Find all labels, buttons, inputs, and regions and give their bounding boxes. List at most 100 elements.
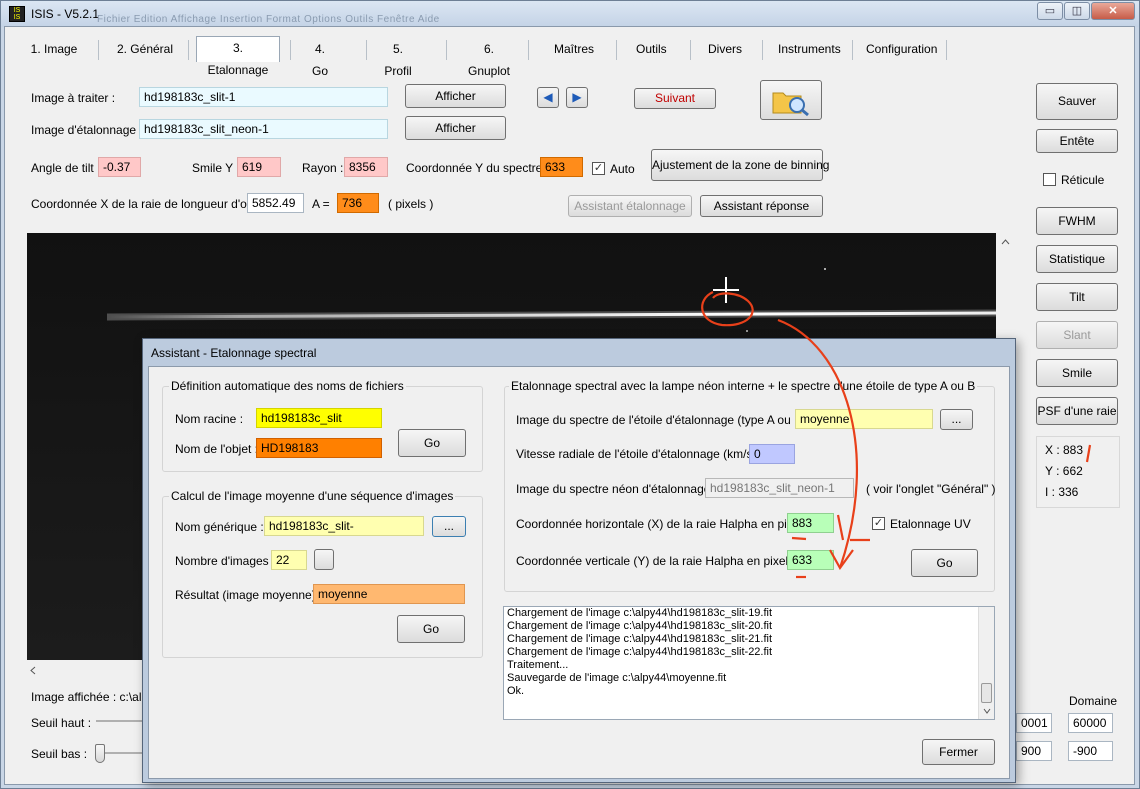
suivant-button[interactable]: Suivant: [634, 88, 716, 109]
auto-label: Auto: [610, 162, 635, 176]
domaine-high-field[interactable]: 60000: [1068, 713, 1113, 733]
etalonnage-uv-label: Etalonnage UV: [890, 517, 971, 531]
coord-verticale-label: Coordonnée verticale (Y) de la raie Halp…: [516, 554, 801, 568]
menu-bar-ghost: Fichier Edition Affichage Insertion Form…: [97, 14, 440, 25]
scroll-up-icon[interactable]: [997, 236, 1014, 248]
close-button[interactable]: ✕: [1091, 2, 1135, 20]
log-line: Chargement de l'image c:\alpy44\hd198183…: [507, 607, 773, 619]
hidden-low-field[interactable]: 900: [1016, 741, 1052, 761]
image-etalonnage-label: Image d'étalonnage :: [31, 123, 143, 137]
tab-divers[interactable]: Divers: [700, 38, 750, 62]
vitesse-radiale-label: Vitesse radiale de l'étoile d'étalonnage…: [516, 447, 764, 461]
browse-generique-button[interactable]: ...: [432, 516, 466, 537]
tab-divider: [290, 40, 291, 60]
spectre-neon-field[interactable]: hd198183c_slit_neon-1: [705, 478, 854, 498]
smile-y-label: Smile Y :: [192, 161, 240, 175]
entete-button[interactable]: Entête: [1036, 129, 1118, 153]
tab-general[interactable]: 2. Général: [110, 38, 180, 62]
ajustement-binning-button[interactable]: Ajustement de la zone de binning: [651, 149, 829, 181]
nom-racine-field[interactable]: hd198183c_slit: [256, 408, 382, 428]
log-line: Traitement...: [507, 659, 569, 671]
angle-tilt-field[interactable]: -0.37: [98, 157, 141, 177]
tab-maitres[interactable]: Maîtres: [548, 38, 600, 62]
tab-go[interactable]: 4. Go: [300, 38, 340, 78]
log-scroll-thumb[interactable]: [981, 683, 992, 703]
log-line: Chargement de l'image c:\alpy44\hd198183…: [507, 646, 773, 658]
log-line: Chargement de l'image c:\alpy44\hd198183…: [507, 620, 773, 632]
spectre-etoile-field[interactable]: moyenne: [795, 409, 933, 429]
domaine-low-field[interactable]: -900: [1068, 741, 1113, 761]
tab-divider: [690, 40, 691, 60]
tab-gnuplot[interactable]: 6. Gnuplot: [456, 38, 522, 78]
x-readout: X : 883: [1045, 443, 1084, 457]
log-output[interactable]: Chargement de l'image c:\alpy44\hd198183…: [503, 606, 995, 720]
image-affichee-label: Image affichée : c:\alpy: [31, 690, 155, 704]
vitesse-radiale-field[interactable]: 0: [749, 444, 795, 464]
angle-tilt-label: Angle de tilt :: [31, 161, 101, 175]
psf-raie-button[interactable]: PSF d'une raie: [1036, 397, 1118, 425]
go-noms-button[interactable]: Go: [398, 429, 466, 457]
previous-arrow-icon[interactable]: ◀: [537, 87, 559, 108]
nombre-images-button[interactable]: [314, 549, 334, 570]
pixel-a-field[interactable]: 736: [337, 193, 379, 213]
nom-generique-field[interactable]: hd198183c_slit-: [264, 516, 424, 536]
smile-y-field[interactable]: 619: [237, 157, 281, 177]
image-etalonnage-field[interactable]: hd198183c_slit_neon-1: [139, 119, 388, 139]
seuil-bas-thumb[interactable]: [95, 744, 105, 763]
fwhm-button[interactable]: FWHM: [1036, 207, 1118, 235]
etalonnage-uv-checkbox[interactable]: ✓: [872, 517, 885, 530]
smile-button[interactable]: Smile: [1036, 359, 1118, 387]
tab-image[interactable]: 1. Image: [24, 38, 84, 62]
tab-instruments[interactable]: Instruments: [772, 38, 842, 62]
tab-profil[interactable]: 5. Profil: [374, 38, 422, 78]
log-scrollbar[interactable]: [978, 607, 994, 719]
dialog-title: Assistant - Etalonnage spectral: [151, 346, 317, 360]
afficher-etalonnage-button[interactable]: Afficher: [405, 116, 506, 140]
fermer-button[interactable]: Fermer: [922, 739, 995, 765]
tab-outils[interactable]: Outils: [630, 38, 670, 62]
image-a-traiter-field[interactable]: hd198183c_slit-1: [139, 87, 388, 107]
browse-spectre-button[interactable]: ...: [940, 409, 973, 430]
seuil-haut-slider[interactable]: [96, 720, 142, 722]
reticule-checkbox[interactable]: [1043, 173, 1056, 186]
rayon-field[interactable]: 8356: [344, 157, 388, 177]
voir-onglet-note: ( voir l'onglet "Général" ): [866, 482, 996, 496]
nombre-images-label: Nombre d'images :: [175, 554, 276, 568]
i-readout: I : 336: [1045, 485, 1079, 499]
tab-divider: [762, 40, 763, 60]
minimize-button[interactable]: ▭: [1037, 2, 1063, 20]
restore-button[interactable]: ◫: [1064, 2, 1090, 20]
assistant-reponse-button[interactable]: Assistant réponse: [700, 195, 823, 217]
assistant-etalonnage-button[interactable]: Assistant étalonnage: [568, 195, 692, 217]
hidden-high-field[interactable]: 0001: [1016, 713, 1052, 733]
go-moyenne-button[interactable]: Go: [397, 615, 465, 643]
resultat-field[interactable]: moyenne: [313, 584, 465, 604]
longueur-onde-field[interactable]: 5852.49: [247, 193, 304, 213]
tab-divider: [188, 40, 189, 60]
nombre-images-field[interactable]: 22: [271, 550, 307, 570]
open-folder-search-button[interactable]: [760, 80, 822, 120]
slant-button[interactable]: Slant: [1036, 321, 1118, 349]
auto-checkbox[interactable]: ✓: [592, 162, 605, 175]
coordonnee-y-spectre-field[interactable]: 633: [540, 157, 583, 177]
tab-divider: [616, 40, 617, 60]
next-arrow-icon[interactable]: ▶: [566, 87, 588, 108]
tab-divider: [528, 40, 529, 60]
sauver-button[interactable]: Sauver: [1036, 83, 1118, 120]
tilt-button[interactable]: Tilt: [1036, 283, 1118, 311]
coord-horizontale-field[interactable]: 883: [787, 513, 834, 533]
nom-objet-field[interactable]: HD198183: [256, 438, 382, 458]
tab-configuration[interactable]: Configuration: [860, 38, 940, 62]
image-moyenne-title: Calcul de l'image moyenne d'une séquence…: [169, 489, 456, 503]
afficher-image-button[interactable]: Afficher: [405, 84, 506, 108]
a-equals-label: A =: [312, 197, 330, 211]
etalonnage-spectral-title: Etalonnage spectral avec la lampe néon i…: [509, 379, 978, 393]
go-etalonnage-button[interactable]: Go: [911, 549, 978, 577]
scroll-down-icon[interactable]: [981, 705, 993, 717]
scroll-left-icon[interactable]: [27, 662, 39, 679]
coordonnee-y-spectre-label: Coordonnée Y du spectre :: [406, 161, 549, 175]
tab-etalonnage[interactable]: 3. Etalonnage: [196, 36, 280, 77]
seuil-haut-label: Seuil haut :: [31, 716, 92, 730]
coord-verticale-field[interactable]: 633: [787, 550, 834, 570]
statistique-button[interactable]: Statistique: [1036, 245, 1118, 273]
